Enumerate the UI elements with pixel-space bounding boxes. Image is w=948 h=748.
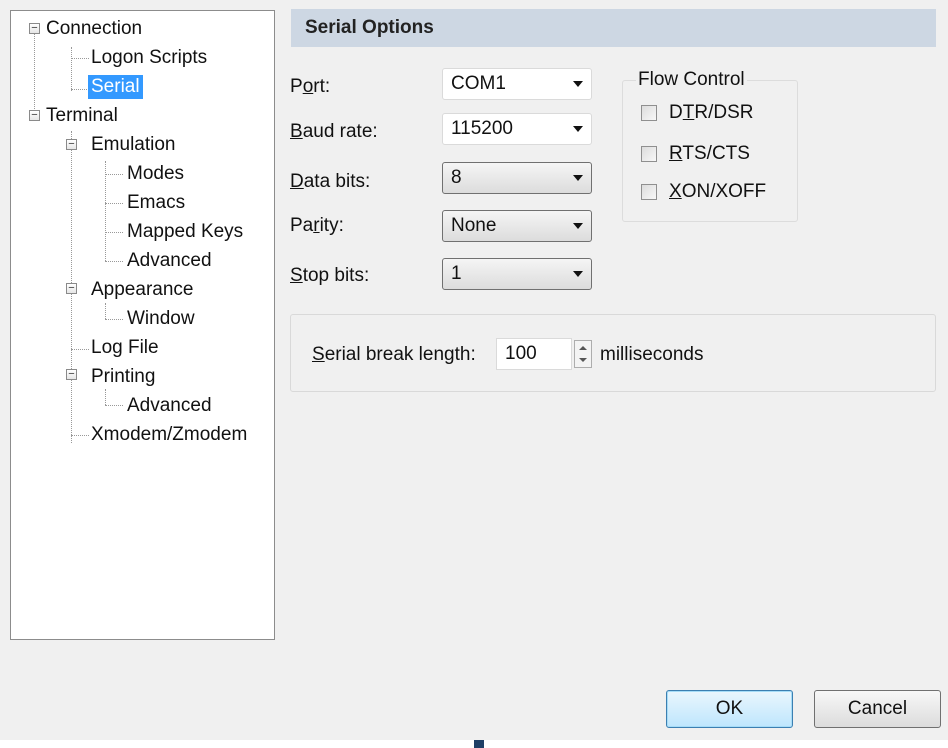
serial-break-length-spinner[interactable] [574, 340, 592, 368]
collapse-icon[interactable]: − [66, 139, 77, 150]
collapse-icon[interactable]: − [29, 110, 40, 121]
parity-select[interactable]: None [442, 210, 592, 242]
tree-item-printing[interactable]: Printing [91, 365, 155, 389]
rts-cts-label[interactable]: RTS/CTS [669, 142, 750, 166]
port-value: COM1 [451, 73, 506, 94]
chevron-down-icon [573, 223, 583, 229]
tree-item-connection[interactable]: Connection [46, 17, 142, 41]
chevron-down-icon [573, 81, 583, 87]
tree-line [105, 303, 106, 319]
tree-line [71, 349, 89, 350]
settings-tree[interactable]: − − − − − Connection Logon Scripts Seria… [10, 10, 275, 640]
tree-line [71, 47, 72, 91]
data-bits-label: Data bits: [290, 171, 371, 192]
dtr-dsr-label[interactable]: DTR/DSR [669, 101, 753, 125]
tree-line [71, 89, 89, 90]
tree-line [34, 33, 35, 117]
tree-item-appearance[interactable]: Appearance [91, 278, 193, 302]
spin-down-icon[interactable] [579, 358, 587, 362]
tree-item-log-file[interactable]: Log File [91, 336, 159, 360]
serial-break-length-label: Serial break length: [312, 344, 476, 365]
baud-rate-select[interactable]: 115200 [442, 113, 592, 145]
tree-line [105, 232, 123, 233]
rts-cts-checkbox[interactable] [641, 146, 657, 162]
chevron-down-icon [573, 126, 583, 132]
tree-item-emulation-advanced[interactable]: Advanced [127, 249, 212, 273]
ok-button[interactable]: OK [666, 690, 793, 728]
xon-xoff-label[interactable]: XON/XOFF [669, 180, 766, 204]
dtr-dsr-checkbox[interactable] [641, 105, 657, 121]
baud-rate-label: Baud rate: [290, 121, 378, 142]
stop-bits-select[interactable]: 1 [442, 258, 592, 290]
tree-line [105, 405, 123, 406]
taskbar-marker [474, 740, 484, 748]
collapse-icon[interactable]: − [29, 23, 40, 34]
port-select[interactable]: COM1 [442, 68, 592, 100]
tree-item-emulation[interactable]: Emulation [91, 133, 176, 157]
serial-break-length-input[interactable]: 100 [496, 338, 572, 370]
section-header: Serial Options [291, 9, 936, 47]
tree-line [105, 261, 123, 262]
tree-item-logon-scripts[interactable]: Logon Scripts [91, 46, 207, 70]
flow-control-legend: Flow Control [636, 68, 747, 92]
baud-rate-value: 115200 [451, 118, 513, 139]
chevron-down-icon [573, 175, 583, 181]
parity-label: Parity: [290, 215, 344, 236]
tree-line [105, 161, 106, 261]
cancel-button[interactable]: Cancel [814, 690, 941, 728]
xon-xoff-checkbox[interactable] [641, 184, 657, 200]
collapse-icon[interactable]: − [66, 283, 77, 294]
parity-value: None [451, 215, 497, 236]
stop-bits-label: Stop bits: [290, 265, 370, 286]
tree-line [105, 389, 106, 405]
stop-bits-value: 1 [451, 263, 462, 284]
tree-line [71, 58, 89, 59]
tree-line [71, 435, 89, 436]
port-label: Port: [290, 76, 331, 97]
collapse-icon[interactable]: − [66, 369, 77, 380]
tree-item-terminal[interactable]: Terminal [46, 104, 118, 128]
tree-item-serial[interactable]: Serial [88, 75, 143, 99]
data-bits-select[interactable]: 8 [442, 162, 592, 194]
tree-item-xmodem-zmodem[interactable]: Xmodem/Zmodem [91, 423, 247, 447]
chevron-down-icon [573, 271, 583, 277]
data-bits-value: 8 [451, 167, 462, 188]
tree-item-printing-advanced[interactable]: Advanced [127, 394, 212, 418]
tree-item-mapped-keys[interactable]: Mapped Keys [127, 220, 243, 244]
tree-line [105, 319, 123, 320]
tree-item-window[interactable]: Window [127, 307, 195, 331]
tree-line [105, 203, 123, 204]
spin-up-icon[interactable] [579, 346, 587, 350]
tree-item-modes[interactable]: Modes [127, 162, 184, 186]
tree-item-emacs[interactable]: Emacs [127, 191, 185, 215]
milliseconds-label: milliseconds [600, 344, 704, 365]
tree-line [105, 174, 123, 175]
